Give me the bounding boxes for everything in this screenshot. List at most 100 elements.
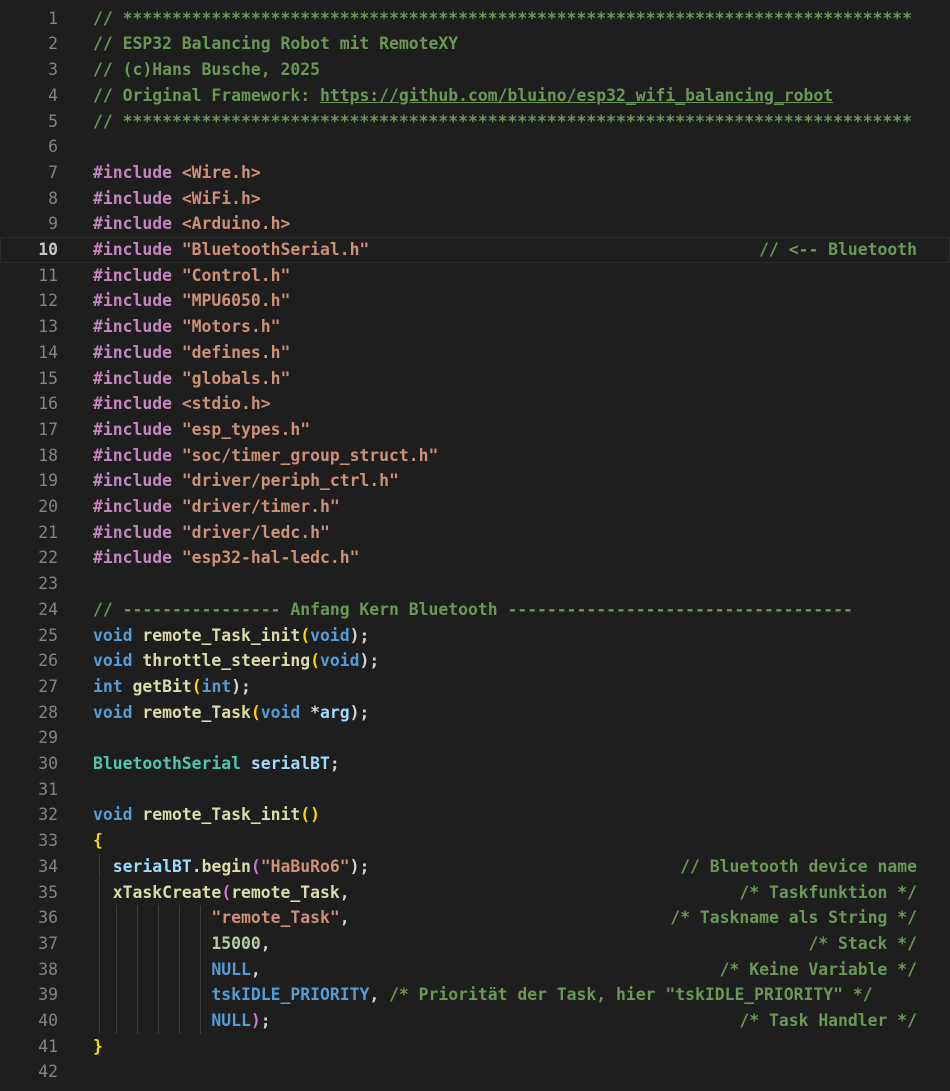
code-line[interactable]: 24 // ---------------- Anfang Kern Blueto… [0,597,950,623]
code-line[interactable]: 16 #include <stdio.h> [0,391,950,417]
code-line[interactable]: 38 NULL, /* Keine Variable */ [0,956,950,983]
code-token: ); [349,856,370,876]
code-text: #include <Arduino.h> [93,211,290,237]
code-line[interactable]: 33 { [0,828,950,854]
line-number: 7 [48,162,58,182]
line-number: 30 [38,754,58,773]
line-number: 5 [48,111,58,131]
code-line[interactable]: 8 #include <WiFi.h> [0,186,950,212]
code-text: #include "esp32-hal-ledc.h" [93,545,359,571]
code-line[interactable]: 26 void throttle_steering(void); [0,648,950,674]
code-token: "driver/ledc.h" [181,522,330,542]
code-line[interactable]: 30 BluetoothSerial serialBT; [0,751,950,777]
code-line[interactable]: 34 serialBT.begin("HaBuRo6"); // Bluetoot… [0,853,950,880]
code-line[interactable]: 7 #include <Wire.h> [0,160,950,186]
code-line[interactable]: 12 #include "MPU6050.h" [0,288,950,314]
code-token: int [201,676,232,696]
line-number: 6 [48,137,58,157]
code-text: #include <stdio.h> [93,391,271,417]
code-line[interactable]: 2 // ESP32 Balancing Robot mit RemoteXY [0,31,950,57]
code-text: #include "Control.h" [93,263,290,289]
code-line[interactable]: 29 [0,725,950,751]
code-line[interactable]: 40 NULL); /* Task Handler */ [0,1008,950,1034]
code-line[interactable]: 3 // (c)Hans Busche, 2025 [0,57,950,83]
code-text: // ESP32 Balancing Robot mit RemoteXY [93,31,458,57]
code-token: #include [93,162,182,182]
code-line[interactable]: 5 // ************************************… [0,109,950,135]
code-line[interactable]: 27 int getBit(int); [0,674,950,700]
code-link[interactable]: https://github.com/bluino/esp32_wifi_bal… [320,86,833,105]
code-line[interactable]: 23 [0,571,950,597]
line-number: 21 [38,522,58,542]
code-line[interactable]: 13 #include "Motors.h" [0,314,950,340]
code-token: // ESP32 Balancing Robot mit RemoteXY [93,34,459,54]
code-line[interactable]: 36 "remote_Task", /* Taskname als String … [0,905,950,931]
line-number: 15 [38,368,58,388]
line-number: 2 [48,34,58,54]
code-text: // ---------------- Anfang Kern Bluetoot… [93,597,853,623]
code-editor[interactable]: // ****** 1 // **************************… [0,0,950,1091]
code-token: #include [93,445,182,465]
code-token: <Wire.h> [181,162,261,182]
code-token: "HaBuRo6" [260,856,350,876]
code-line[interactable]: 20 #include "driver/timer.h" [0,494,950,520]
code-token: ) [250,1011,261,1030]
code-token: #include [93,548,182,568]
code-line[interactable]: 39 tskIDLE_PRIORITY, /* Priorität der Ta… [0,982,950,1008]
code-line[interactable]: 11 #include "Control.h" [0,263,950,289]
line-number: 27 [38,676,58,696]
code-text: // *************************************… [93,109,912,135]
code-token: #include [93,522,182,542]
code-token: <WiFi.h> [181,188,261,208]
code-token: #include [93,368,182,388]
code-token: void [93,625,143,645]
code-token: serialBT [250,754,330,773]
code-line[interactable]: 32 void remote_Task_init() [0,802,950,828]
code-line[interactable]: 22 #include "esp32-hal-ledc.h" [0,545,950,571]
code-line[interactable]: 28 void remote_Task(void *arg); [0,700,950,726]
code-line[interactable]: 35 xTaskCreate(remote_Task, /* Taskfunkti… [0,879,950,906]
code-line[interactable]: 1 // ************************************… [0,6,950,32]
code-line[interactable]: 19 #include "driver/periph_ctrl.h" [0,468,950,494]
code-text: int getBit(int); [93,674,251,700]
code-token: "driver/timer.h" [181,497,340,516]
code-line[interactable]: 9 #include <Arduino.h> [0,211,950,237]
code-token: #include [93,497,182,516]
code-line[interactable]: 15 #include "globals.h" [0,366,950,392]
code-line[interactable]: 37 15000, /* Stack */ [0,930,950,957]
code-token: ; [260,1011,271,1030]
code-token: ( [310,651,320,671]
code-token: #include [93,394,182,414]
code-token: ); [359,651,380,671]
code-token: #include [93,419,182,439]
code-token: // ---------------- Anfang Kern Bluetoot… [93,599,853,619]
code-line[interactable]: 41} [0,1034,950,1060]
line-number: 16 [38,394,58,414]
code-token: * [310,702,320,722]
code-line[interactable]: 18 #include "soc/timer_group_struct.h" [0,443,950,469]
partial-line-above: // ****** [93,0,182,4]
code-line[interactable]: 10 #include "BluetoothSerial.h" // <-- Blu… [0,237,950,263]
code-token: "esp32-hal-ledc.h" [181,548,360,568]
code-token: () [300,805,320,825]
code-token: NULL [211,1011,251,1030]
line-number: 39 [38,985,58,1005]
code-line[interactable]: 14 #include "defines.h" [0,340,950,366]
code-line[interactable]: 31 [0,777,950,803]
code-text: "remote_Task", [93,905,350,931]
code-line[interactable]: 4 // Original Framework: https://github.c… [0,83,950,109]
code-line[interactable]: 42 [0,1059,950,1085]
code-line[interactable]: 21 #include "driver/ledc.h" [0,520,950,546]
trailing-comment: /* Task Handler */ [739,1011,917,1030]
code-token: #include [93,265,182,285]
code-token: , [260,933,271,953]
line-number: 24 [38,599,58,619]
code-token: void [93,651,143,671]
code-line[interactable]: 6 [0,134,950,160]
code-token: , [339,908,350,928]
code-line[interactable]: 25 void remote_Task_init(void); [0,623,950,649]
code-line[interactable]: 17 #include "esp_types.h" [0,417,950,443]
